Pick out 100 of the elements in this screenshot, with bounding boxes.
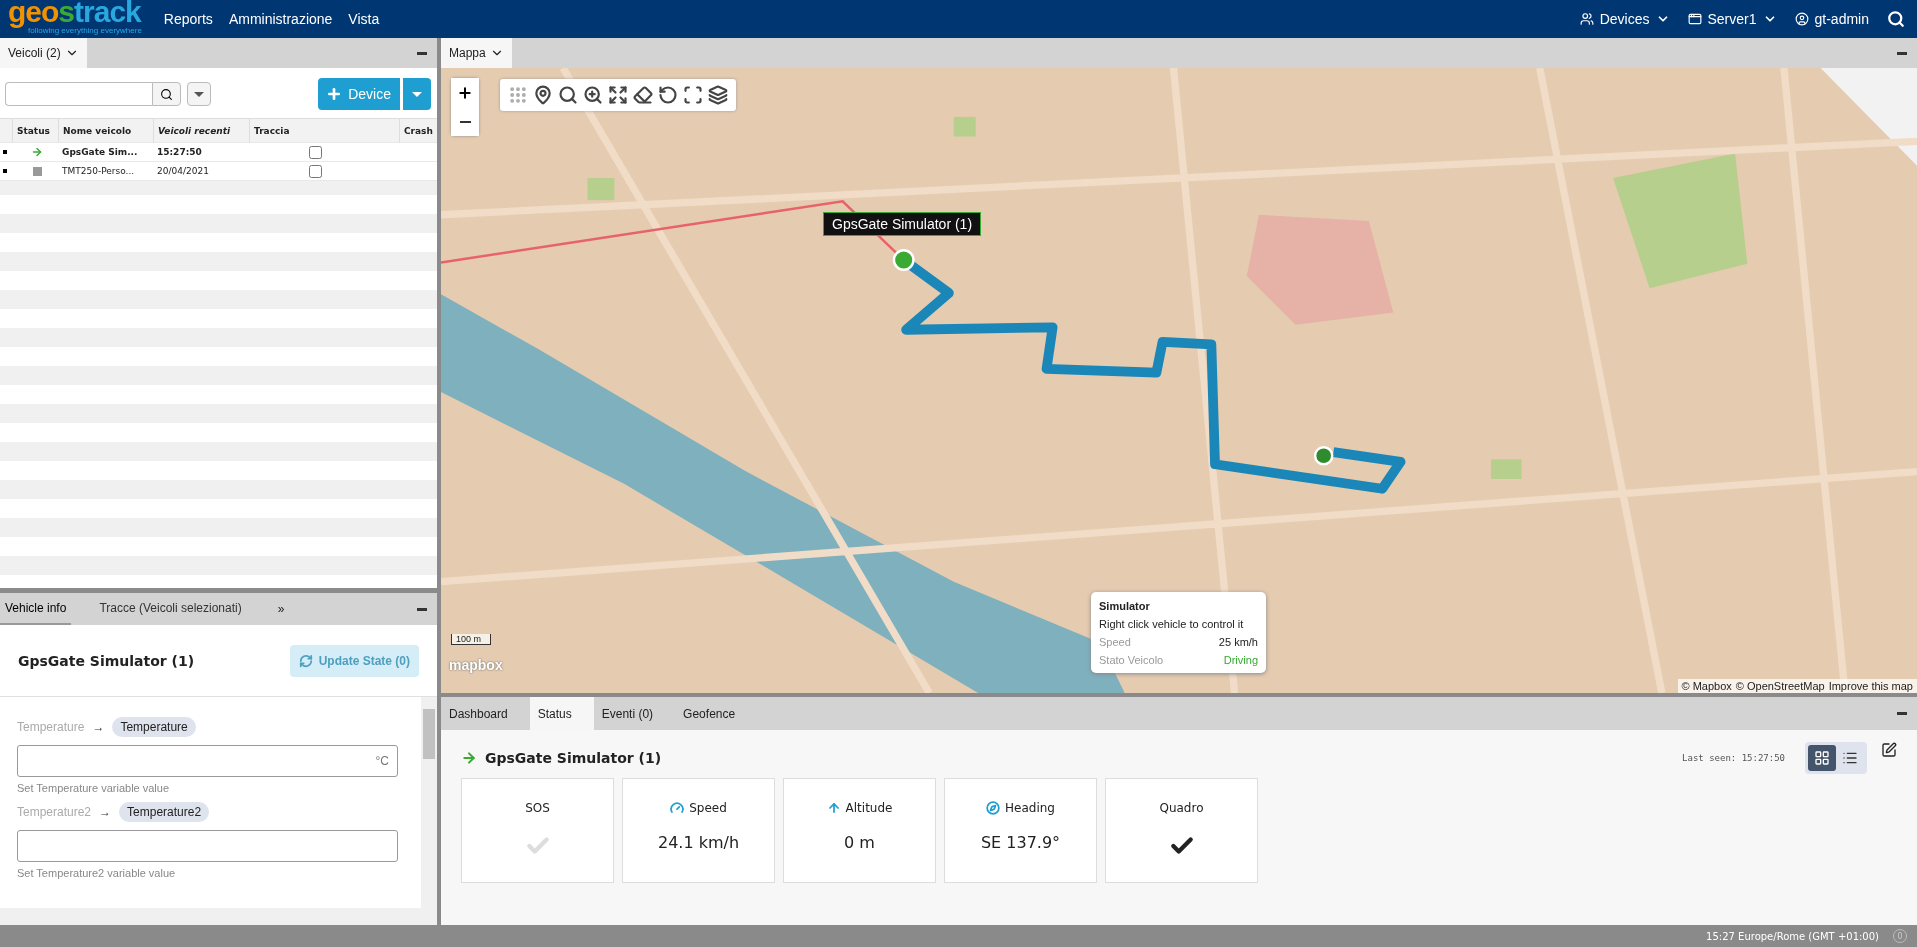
variable-tag: Temperature: [112, 717, 196, 737]
window-icon: [1687, 12, 1702, 26]
header-menu-item[interactable]: Server1: [1687, 11, 1777, 27]
menu-link[interactable]: Amministrazione: [228, 11, 333, 27]
dropdown-button[interactable]: [402, 78, 431, 110]
panel-tab[interactable]: Eventi (0): [593, 697, 676, 730]
popup-label: Stato Veicolo: [1099, 654, 1164, 666]
popup-title: Simulator: [1099, 600, 1151, 612]
popup-value: 25 km/h: [1218, 636, 1258, 648]
popup-hint: Right click vehicle to control it: [1099, 618, 1245, 630]
menu-link[interactable]: Vista: [348, 11, 380, 27]
unit-text: °C: [375, 754, 389, 768]
vehicle-marker[interactable]: [892, 249, 915, 272]
minimize-icon[interactable]: [417, 607, 427, 611]
column-header[interactable]: Crash: [399, 119, 437, 142]
attribution-link[interactable]: Improve this map: [1828, 680, 1913, 692]
variable-tag: Temperature2: [119, 802, 210, 822]
card-value: SE 137.9°: [980, 833, 1061, 852]
minimize-icon[interactable]: [1897, 51, 1907, 55]
vehicle-title: GpsGate Simulator (1): [485, 750, 662, 766]
arrow-icon: [31, 146, 43, 158]
caret-icon: [194, 91, 204, 97]
layers-icon[interactable]: [708, 85, 728, 105]
expand-icon[interactable]: [608, 85, 628, 105]
card-title: Altitude: [845, 801, 893, 815]
panel-tab[interactable]: Tracce (Veicoli selezionati): [71, 593, 270, 625]
panel-tab[interactable]: Vehicle info: [0, 593, 72, 625]
panel-tab[interactable]: Veicoli (2): [0, 38, 87, 68]
panel-tab[interactable]: Status: [529, 697, 594, 730]
logo: geostrack: [8, 0, 142, 27]
arrow-text: →: [92, 720, 105, 734]
search-field[interactable]: [5, 82, 152, 106]
track-checkbox[interactable]: [309, 164, 322, 178]
attribution-link[interactable]: © OpenStreetMap: [1735, 680, 1825, 692]
scrollbar[interactable]: [0, 908, 437, 925]
gauge-icon: [670, 801, 685, 815]
panel-tab[interactable]: Geofence: [675, 697, 758, 730]
popup-label: Speed: [1099, 636, 1131, 648]
eraser-icon[interactable]: [633, 85, 653, 105]
search-icon[interactable]: [558, 85, 578, 105]
row-marker-icon: [3, 169, 7, 173]
timezone-text: 15:27 Europe/Rome (GMT +01:00): [1706, 930, 1879, 942]
panel-tab[interactable]: Dashboard: [441, 697, 530, 730]
plus-icon: [326, 86, 343, 102]
popup-value: Driving: [1223, 654, 1258, 666]
user-icon: [1794, 12, 1809, 26]
help-text: Set Temperature variable value: [17, 782, 171, 794]
logo-tagline: following everything everywhere: [28, 27, 142, 35]
arrow-icon: [461, 750, 477, 766]
header-menu-item[interactable]: gt-admin: [1794, 11, 1869, 27]
card-title: Quadro: [1159, 801, 1204, 815]
header-menu-item[interactable]: Devices: [1579, 11, 1670, 27]
attribution-link[interactable]: © Mapbox: [1681, 680, 1732, 692]
column-header[interactable]: Veicoli recenti: [153, 119, 249, 142]
zoom-in-icon[interactable]: [583, 85, 603, 105]
caret-icon: [412, 91, 422, 97]
column-header[interactable]: Nome veicolo: [58, 119, 153, 142]
edit-icon[interactable]: [1881, 742, 1897, 758]
table-cell-text: 15:27:50: [156, 147, 203, 157]
input-field[interactable]: [17, 830, 398, 862]
column-header[interactable]: Traccia: [249, 119, 399, 142]
panel-tab[interactable]: Mappa: [441, 38, 512, 68]
grid-view-button[interactable]: [1808, 745, 1836, 771]
input-field[interactable]: °C: [17, 745, 398, 777]
grid-icon: [1814, 750, 1830, 766]
card-title: Heading: [1005, 801, 1055, 815]
grip-icon[interactable]: [508, 85, 528, 105]
map-pin-icon[interactable]: [533, 85, 553, 105]
variable-label: Temperature: [17, 720, 85, 734]
route-end-marker: [1313, 445, 1334, 466]
rotate-icon[interactable]: [658, 85, 678, 105]
menu-link[interactable]: Reports: [163, 11, 213, 27]
zoom-out-button[interactable]: [451, 107, 479, 136]
compass-icon: [986, 801, 1001, 815]
table-cell[interactable]: GpsGate Sim...: [58, 147, 153, 157]
card-value: 24.1 km/h: [657, 833, 740, 852]
track-checkbox[interactable]: [309, 145, 322, 159]
card-value: 0 m: [844, 833, 875, 852]
zoom-in-button[interactable]: [451, 78, 479, 107]
vehicle-label: GpsGate Simulator (1): [823, 212, 982, 236]
variable-label: Temperature2: [17, 805, 92, 819]
filter-dropdown-button[interactable]: [187, 82, 211, 106]
help-text: Set Temperature2 variable value: [17, 867, 177, 879]
vehicle-title: GpsGate Simulator (1): [18, 652, 195, 669]
search-button[interactable]: [152, 82, 181, 106]
more-tabs-button[interactable]: »: [269, 593, 293, 625]
table-cell-text: 20/04/2021: [156, 166, 210, 176]
minimize-icon[interactable]: [417, 51, 427, 55]
list-icon: [1842, 750, 1858, 766]
search-icon[interactable]: [1887, 10, 1905, 28]
status-square-icon: [32, 166, 42, 176]
card-title: Speed: [689, 801, 727, 815]
scrollbar[interactable]: [421, 697, 437, 908]
column-header[interactable]: Status: [12, 119, 58, 142]
fullscreen-icon[interactable]: [683, 85, 703, 105]
plus-icon: [457, 84, 473, 101]
last-seen-text: Last seen: 15:27:50: [1682, 753, 1785, 763]
scale-bar: 100 m: [451, 634, 491, 645]
table-cell[interactable]: TMT250-Perso...: [58, 166, 153, 176]
arrow-text: →: [99, 805, 112, 819]
